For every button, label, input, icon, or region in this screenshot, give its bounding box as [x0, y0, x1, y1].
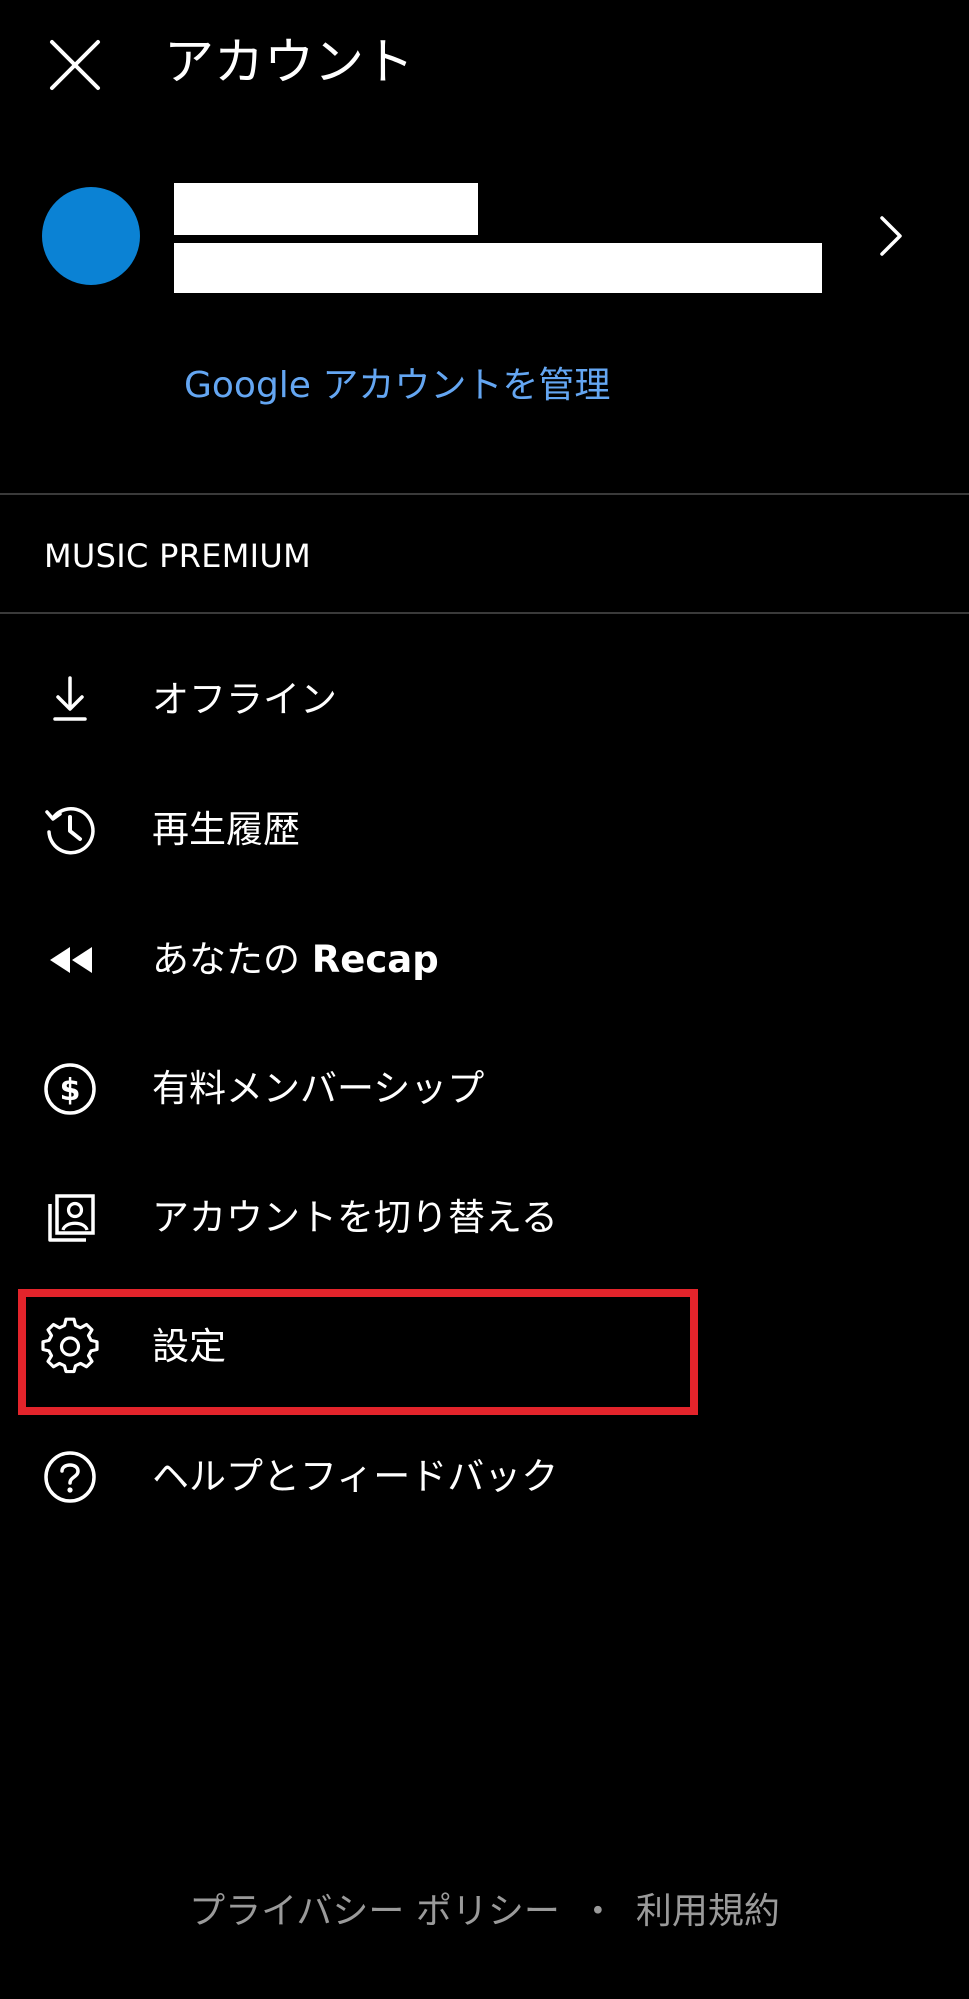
account-info-row[interactable] [0, 170, 969, 300]
menu-label: 設定 [152, 1325, 226, 1368]
menu-label: あなたの Recap [152, 934, 439, 986]
menu-item-help-feedback[interactable]: ヘルプとフィードバック [0, 1418, 969, 1536]
menu-label: 再生履歴 [152, 808, 300, 851]
manage-google-account-link[interactable]: Google アカウントを管理 [184, 360, 610, 412]
menu-item-settings[interactable]: 設定 [0, 1288, 969, 1406]
divider [0, 493, 969, 495]
section-label-music-premium: MUSIC PREMIUM [44, 537, 312, 575]
switch-account-icon [40, 1188, 100, 1248]
menu-label: オフライン [152, 678, 337, 721]
rewind-icon [40, 930, 100, 990]
menu-label: 有料メンバーシップ [152, 1067, 485, 1110]
account-name-redacted [174, 183, 478, 235]
header-bar: アカウント [0, 0, 969, 130]
menu-label: アカウントを切り替える [152, 1196, 558, 1239]
history-icon [40, 800, 100, 860]
svg-text:$: $ [60, 1073, 81, 1108]
privacy-policy-link[interactable]: プライバシー ポリシー [189, 1891, 560, 1932]
gear-icon [40, 1317, 100, 1377]
avatar [42, 187, 140, 285]
footer-separator: ・ [579, 1891, 616, 1932]
menu-label: ヘルプとフィードバック [152, 1455, 559, 1498]
dollar-icon: $ [40, 1059, 100, 1119]
menu-label-recap: Recap [311, 938, 439, 981]
footer-links: プライバシー ポリシー・利用規約 [0, 1885, 969, 1939]
terms-link[interactable]: 利用規約 [636, 1891, 780, 1932]
download-icon [40, 670, 100, 730]
menu-item-paid-membership[interactable]: $ 有料メンバーシップ [0, 1030, 969, 1148]
close-icon [50, 40, 100, 90]
divider [0, 612, 969, 614]
help-icon [40, 1447, 100, 1507]
chevron-right-icon [880, 216, 902, 256]
account-email-redacted [174, 243, 822, 293]
menu-item-switch-account[interactable]: アカウントを切り替える [0, 1159, 969, 1277]
close-button[interactable] [40, 30, 112, 102]
menu-item-history[interactable]: 再生履歴 [0, 771, 969, 889]
menu-item-offline[interactable]: オフライン [0, 641, 969, 759]
menu-label-prefix: あなたの [152, 938, 312, 981]
menu-item-recap[interactable]: あなたの Recap [0, 901, 969, 1019]
page-title: アカウント [164, 33, 414, 91]
